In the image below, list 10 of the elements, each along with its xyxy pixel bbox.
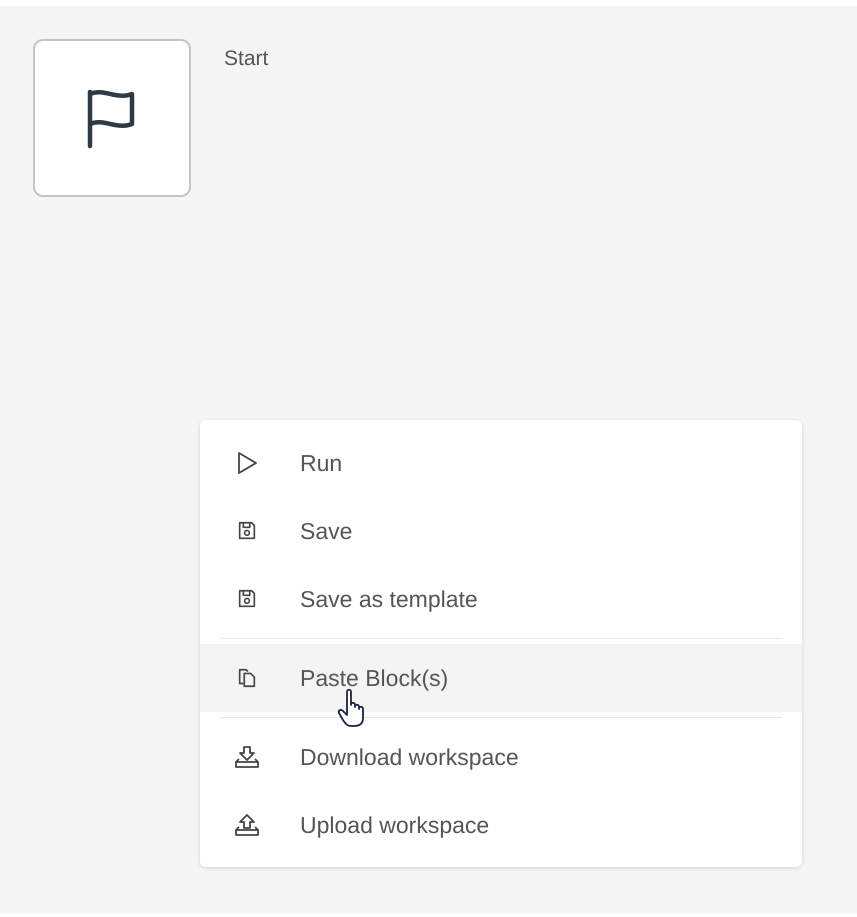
menu-item[interactable]: Save: [200, 497, 802, 565]
block-label: Start: [224, 47, 268, 71]
hand-cursor-icon: [337, 688, 367, 728]
menu-item[interactable]: Save as template: [200, 565, 802, 633]
menu-item[interactable]: Upload workspace: [200, 791, 802, 859]
menu-item[interactable]: Download workspace: [200, 723, 802, 791]
download-icon: [233, 745, 261, 769]
upload-icon: [233, 813, 261, 837]
menu-item[interactable]: Run: [200, 429, 802, 497]
start-block[interactable]: [33, 39, 191, 197]
